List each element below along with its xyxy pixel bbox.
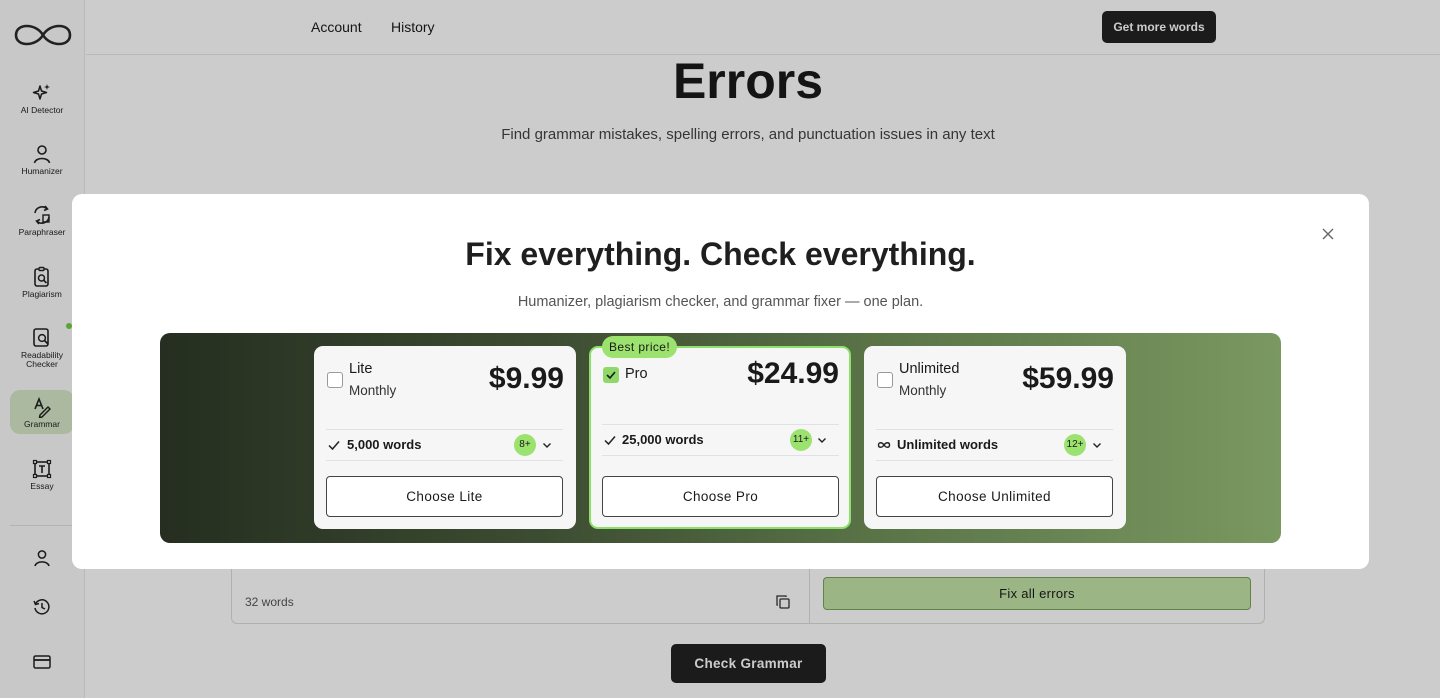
plan-period: Monthly	[349, 383, 397, 398]
plan-card-lite[interactable]: Lite Monthly $9.99 5,000 words 8+ Choose…	[314, 346, 576, 529]
chevron-down-icon[interactable]	[1092, 440, 1102, 450]
check-icon	[328, 441, 340, 451]
plan-feature: Unlimited words	[897, 437, 999, 452]
divider	[602, 455, 839, 456]
plan-name: Unlimited	[899, 361, 960, 377]
plan-checkbox[interactable]	[603, 367, 619, 383]
choose-pro-button[interactable]: Choose Pro	[602, 476, 839, 517]
plan-feature: 5,000 words	[347, 437, 422, 452]
divider	[326, 429, 563, 430]
modal-subtitle: Humanizer, plagiarism checker, and gramm…	[517, 294, 924, 310]
modal-title: Fix everything. Check everything.	[465, 236, 976, 272]
check-icon	[606, 371, 616, 380]
chevron-down-icon[interactable]	[542, 440, 552, 450]
best-price-badge: Best price!	[602, 336, 678, 358]
plan-period: Monthly	[899, 383, 947, 398]
choose-lite-button[interactable]: Choose Lite	[326, 476, 563, 517]
plan-name: Pro	[625, 366, 648, 382]
plan-price: $24.99	[747, 357, 839, 390]
plan-card-pro[interactable]: Best price! Pro $24.99 25,000 words 11+ …	[589, 336, 851, 529]
pricing-modal: Fix everything. Check everything. Humani…	[72, 194, 1369, 569]
feature-count-badge[interactable]: 11+	[790, 429, 812, 451]
plan-card-unlimited[interactable]: Unlimited Monthly $59.99 Unlimited words…	[864, 346, 1126, 529]
plan-price: $9.99	[488, 362, 564, 395]
feature-count-badge[interactable]: 8+	[514, 434, 536, 456]
check-icon	[604, 436, 616, 446]
feature-count-badge[interactable]: 12+	[1064, 434, 1086, 456]
plan-name: Lite	[349, 361, 373, 377]
divider	[602, 424, 839, 425]
plan-checkbox[interactable]	[327, 372, 343, 388]
plan-checkbox[interactable]	[877, 372, 893, 388]
divider	[876, 460, 1113, 461]
choose-unlimited-button[interactable]: Choose Unlimited	[876, 476, 1113, 517]
plan-price: $59.99	[1022, 362, 1114, 395]
divider	[326, 460, 563, 461]
plans-band: Lite Monthly $9.99 5,000 words 8+ Choose…	[160, 333, 1281, 543]
infinity-icon	[877, 442, 891, 448]
divider	[876, 429, 1113, 430]
chevron-down-icon[interactable]	[817, 435, 827, 445]
plan-feature: 25,000 words	[622, 432, 704, 447]
